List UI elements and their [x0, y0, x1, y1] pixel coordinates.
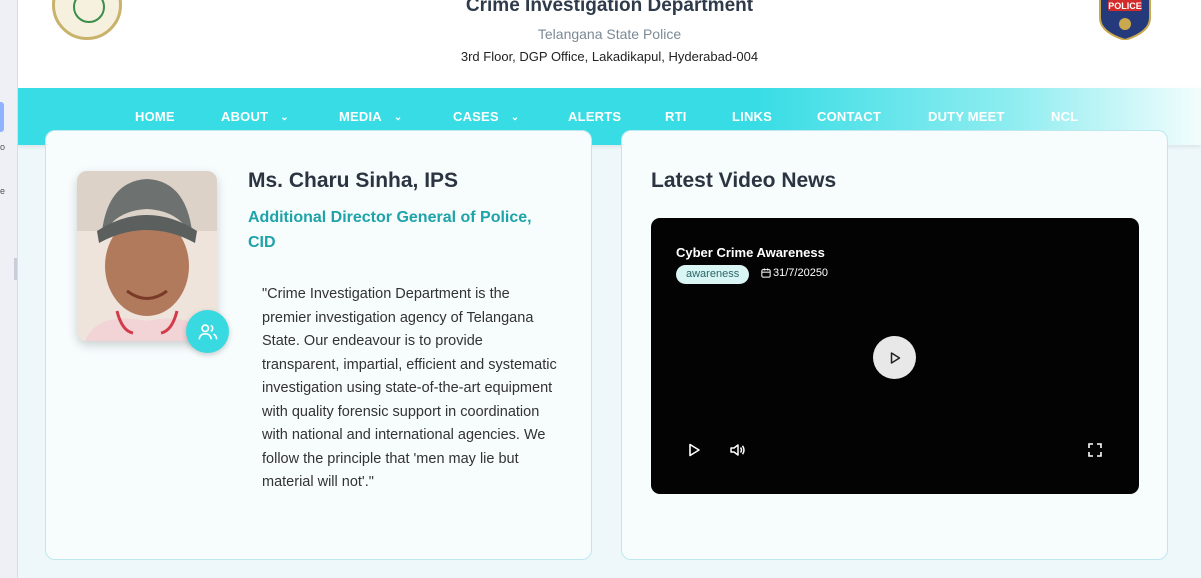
volume-icon[interactable] — [729, 442, 747, 458]
site-title: Crime Investigation Department — [465, 0, 754, 16]
site-subtitle: Telangana State Police — [537, 26, 682, 42]
nav-label: HOME — [135, 109, 175, 124]
sidebar-scroll-handle[interactable] — [14, 258, 17, 280]
video-section-heading: Latest Video News — [651, 169, 837, 192]
profile-people-button[interactable] — [186, 310, 229, 353]
nav-label: ALERTS — [568, 109, 622, 124]
nav-label: RTI — [665, 109, 687, 124]
nav-label: MEDIA — [339, 109, 382, 124]
nav-label: CASES — [453, 109, 499, 124]
director-name: Ms. Charu Sinha, IPS — [248, 169, 459, 192]
nav-label: CONTACT — [817, 109, 881, 124]
play-icon[interactable] — [686, 442, 702, 458]
nav-label: NCL — [1051, 109, 1079, 124]
sidebar-fragment-text: o — [0, 142, 6, 152]
video-news-card: Latest Video News Cyber Crime Awareness … — [621, 130, 1168, 560]
site-address: 3rd Floor, DGP Office, Lakadikapul, Hyde… — [460, 49, 759, 64]
director-quote: "Crime Investigation Department is the p… — [262, 286, 557, 490]
page: Crime Investigation Department Telangana… — [18, 0, 1201, 578]
video-player[interactable]: Cyber Crime Awareness awareness 31/7/202… — [651, 218, 1139, 494]
video-date: 31/7/20250 — [761, 267, 828, 279]
nav-label: DUTY MEET — [928, 109, 1005, 124]
nav-label: ABOUT — [221, 109, 269, 124]
video-tag-badge: awareness — [676, 265, 750, 284]
video-title: Cyber Crime Awareness — [676, 245, 825, 260]
director-designation: Additional Director General of Police, C… — [248, 209, 532, 251]
sidebar-fragment-text: e — [0, 186, 6, 196]
calendar-icon — [761, 268, 771, 278]
site-header: Crime Investigation Department Telangana… — [18, 0, 1201, 88]
browser-sidebar-edge: o e — [0, 0, 18, 578]
police-badge-icon[interactable]: POLICE — [1094, 0, 1156, 40]
video-date-text: 31/7/20250 — [773, 267, 829, 279]
play-button[interactable] — [873, 336, 916, 379]
play-icon — [890, 351, 900, 364]
users-icon — [197, 323, 218, 339]
police-badge-text: POLICE — [1108, 1, 1142, 11]
fullscreen-icon[interactable] — [1087, 442, 1103, 458]
nav-label: LINKS — [732, 109, 772, 124]
director-profile-card: Ms. Charu Sinha, IPS Additional Director… — [45, 130, 592, 560]
sidebar-tab-indicator[interactable] — [0, 102, 4, 132]
